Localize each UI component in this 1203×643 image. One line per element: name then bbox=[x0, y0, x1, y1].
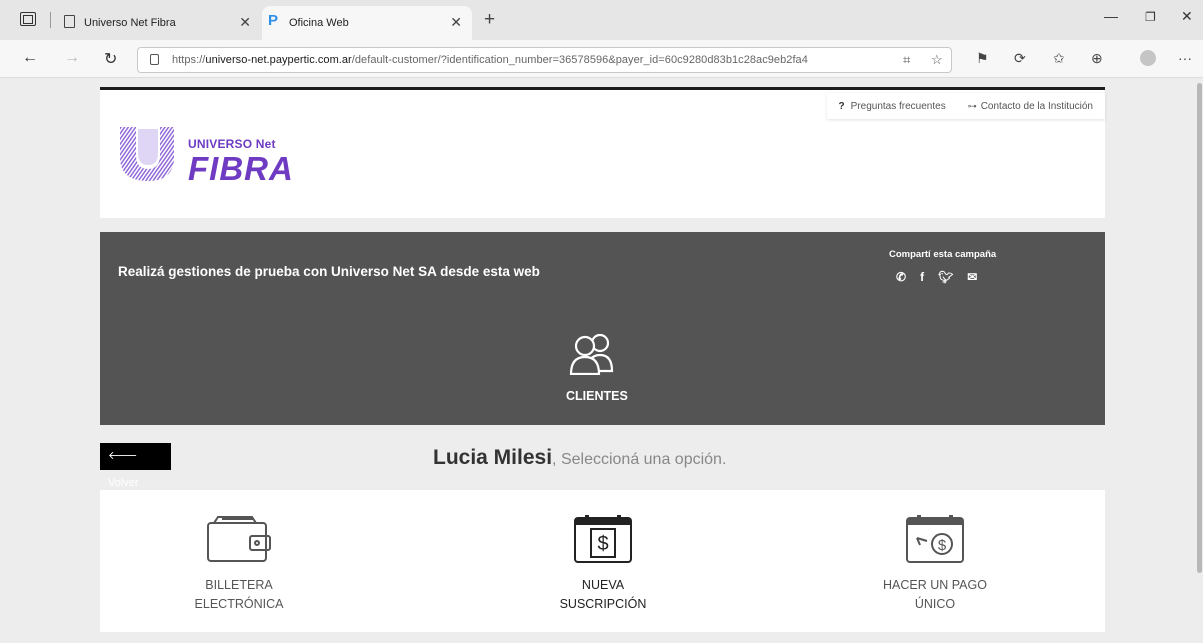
restore-icon[interactable]: ❐ bbox=[1145, 10, 1156, 24]
svg-text:$: $ bbox=[597, 533, 608, 555]
scrollbar-thumb[interactable] bbox=[1197, 83, 1202, 573]
profile-avatar[interactable] bbox=[1140, 50, 1156, 66]
email-icon[interactable]: ✉ bbox=[967, 270, 977, 284]
contact-link[interactable]: Contacto de la Institución bbox=[981, 101, 1093, 112]
refresh-icon[interactable]: ↻ bbox=[104, 49, 117, 69]
favorite-add-icon[interactable]: ☆ bbox=[931, 52, 943, 68]
banner-text: Realizá gestiones de prueba con Universo… bbox=[118, 264, 540, 279]
customer-name: Lucia Milesi bbox=[433, 446, 553, 469]
address-toolbar: ← → ↻ https://universo-net.paypertic.com… bbox=[0, 40, 1203, 78]
option-single-payment[interactable]: $ HACER UN PAGO ÚNICO bbox=[855, 514, 1015, 614]
lock-icon bbox=[150, 54, 159, 65]
app-grid-icon[interactable]: ⌗ bbox=[903, 52, 910, 68]
clients-icon bbox=[569, 333, 614, 375]
flag-icon[interactable]: ⚑ bbox=[976, 50, 989, 67]
option-label: BILLETERA ELECTRÓNICA bbox=[194, 578, 284, 611]
browser-tab-universo[interactable]: Universo Net Fibra ✕ bbox=[56, 6, 261, 40]
tab-separator bbox=[50, 12, 51, 28]
logo-small-text: UNIVERSO Net bbox=[188, 137, 276, 151]
browser-tab-oficina[interactable]: P Oficina Web ✕ bbox=[262, 6, 472, 40]
close-tab-icon[interactable]: ✕ bbox=[239, 14, 251, 31]
greeting-prompt: , Seleccioná una opción. bbox=[552, 451, 727, 468]
calendar-coin-icon: $ bbox=[906, 515, 964, 563]
site-header: ? Preguntas frecuentes ⊶ Contacto de la … bbox=[100, 87, 1105, 218]
extension-icon[interactable]: ⟳ bbox=[1014, 50, 1026, 67]
page-icon bbox=[64, 15, 75, 28]
more-menu-icon[interactable]: ··· bbox=[1178, 50, 1192, 66]
facebook-icon[interactable]: f bbox=[920, 270, 924, 284]
forward-arrow-icon[interactable]: → bbox=[64, 49, 80, 67]
options-panel: BILLETERA ELECTRÓNICA $ NUEVA SUSCRIPCIÓN … bbox=[100, 490, 1105, 632]
contact-icon: ⊶ bbox=[967, 100, 977, 111]
tab-title: Universo Net Fibra bbox=[84, 17, 176, 29]
universo-logo-icon[interactable] bbox=[118, 125, 176, 183]
svg-text:$: $ bbox=[938, 537, 947, 554]
url-text: https://universo-net.paypertic.com.ar/de… bbox=[172, 54, 808, 66]
twitter-icon[interactable]: 🐦︎ bbox=[938, 270, 953, 284]
greeting-line: Lucia Milesi, Seleccioná una opción. bbox=[433, 446, 726, 470]
minimize-icon[interactable]: — bbox=[1104, 8, 1118, 24]
tab-title: Oficina Web bbox=[289, 17, 349, 29]
faq-link[interactable]: Preguntas frecuentes bbox=[851, 101, 946, 112]
back-arrow-icon[interactable]: ← bbox=[22, 49, 38, 67]
new-tab-icon[interactable]: + bbox=[484, 9, 495, 31]
question-icon: ? bbox=[838, 100, 845, 112]
arrow-left-icon: 🡐 bbox=[108, 450, 138, 462]
option-label: NUEVA SUSCRIPCIÓN bbox=[559, 578, 647, 611]
greeting-bar: 🡐 Volver Lucia Milesi, Seleccioná una op… bbox=[100, 425, 1105, 490]
url-bar[interactable]: https://universo-net.paypertic.com.ar/de… bbox=[137, 47, 952, 73]
option-new-subscription[interactable]: $ NUEVA SUSCRIPCIÓN bbox=[523, 514, 683, 614]
share-icons: ✆ f 🐦︎ ✉ bbox=[896, 270, 977, 284]
option-label: HACER UN PAGO ÚNICO bbox=[883, 578, 987, 611]
logo-big-text: FIBRA bbox=[188, 150, 294, 187]
wallet-icon bbox=[207, 516, 271, 562]
campaign-banner: Realizá gestiones de prueba con Universo… bbox=[100, 232, 1105, 425]
back-button[interactable]: 🡐 Volver bbox=[100, 443, 171, 489]
header-links: ? Preguntas frecuentes ⊶ Contacto de la … bbox=[826, 93, 1105, 119]
favorites-icon[interactable]: ✩ bbox=[1053, 50, 1065, 67]
clients-label: CLIENTES bbox=[566, 389, 628, 403]
calendar-dollar-icon: $ bbox=[574, 515, 632, 563]
paypertic-icon: P bbox=[268, 12, 279, 29]
browser-tab-bar: Universo Net Fibra ✕ P Oficina Web ✕ + —… bbox=[0, 0, 1203, 40]
close-tab-icon[interactable]: ✕ bbox=[450, 14, 462, 31]
collections-icon[interactable]: ⊕ bbox=[1091, 50, 1103, 67]
tab-actions-icon[interactable] bbox=[20, 12, 36, 26]
whatsapp-icon[interactable]: ✆ bbox=[896, 270, 906, 284]
option-wallet[interactable]: BILLETERA ELECTRÓNICA bbox=[159, 514, 319, 614]
close-window-icon[interactable]: ✕ bbox=[1181, 8, 1193, 25]
share-title: Compartí esta campaña bbox=[889, 249, 997, 260]
